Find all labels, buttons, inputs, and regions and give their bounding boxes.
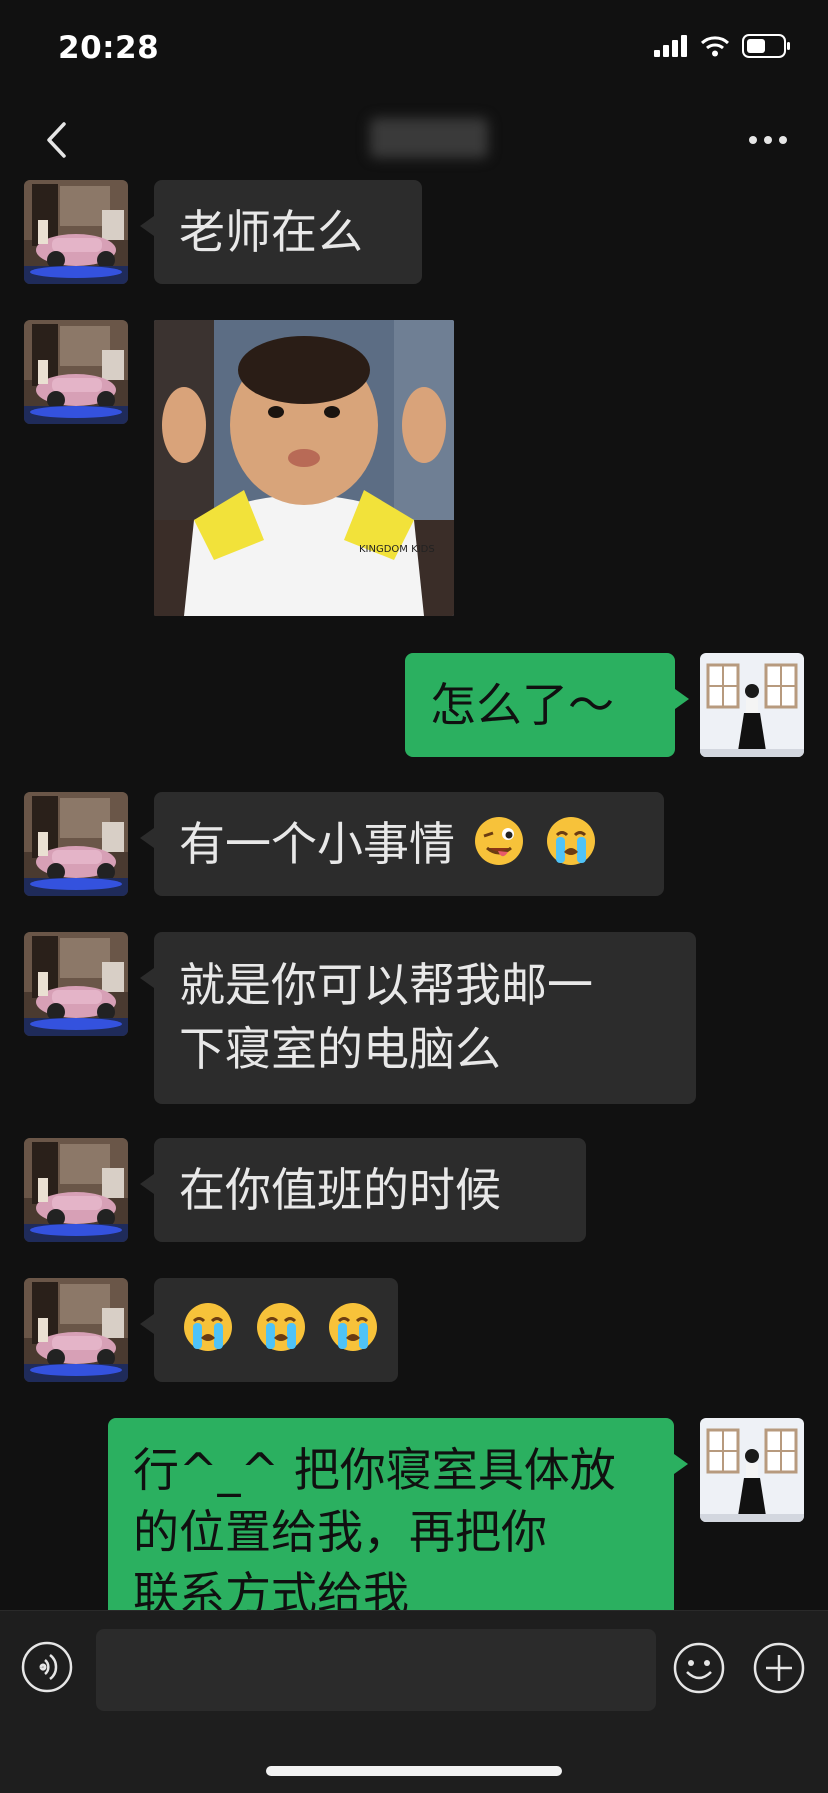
status-time: 20:28 (58, 30, 160, 66)
message-bubble[interactable]: 有一个小事情 (140, 792, 664, 896)
battery-icon (742, 34, 790, 58)
message-text: 有一个小事情 (179, 817, 455, 871)
contact-avatar[interactable] (24, 792, 128, 896)
wifi-icon (700, 36, 730, 57)
contact-avatar[interactable] (24, 180, 128, 284)
status-icons (654, 34, 792, 58)
crying-emoji-icon (181, 1300, 235, 1354)
message-bubble[interactable] (140, 1278, 398, 1382)
sticker-image[interactable]: KINGDOM KIDS (154, 320, 454, 616)
contact-avatar[interactable] (24, 320, 128, 424)
crying-emoji-icon (254, 1300, 308, 1354)
contact-avatar[interactable] (24, 1138, 128, 1242)
message-text: 老师在么 (179, 205, 363, 259)
chevron-left-icon (47, 122, 66, 158)
message-bubble[interactable]: 怎么了～ (405, 653, 689, 757)
more-button[interactable] (732, 112, 804, 168)
voice-button[interactable] (21, 1641, 73, 1693)
voice-icon (21, 1641, 73, 1693)
my-avatar[interactable] (700, 653, 804, 757)
message-text-line: 下寝室的电脑么 (179, 1022, 501, 1076)
back-button[interactable] (28, 112, 84, 168)
status-bar: 20:28 (0, 0, 828, 100)
crying-emoji-icon (326, 1300, 380, 1354)
plus-circle-icon (753, 1642, 805, 1694)
signal-icon (654, 35, 687, 57)
message-text-line: 的位置给我，再把你 (133, 1505, 547, 1559)
chat-title-redacted (370, 118, 488, 158)
message-text: 怎么了～ (430, 678, 614, 732)
message-bubble[interactable]: 就是你可以帮我邮一 下寝室的电脑么 (140, 932, 696, 1104)
emoji-button[interactable] (672, 1641, 726, 1695)
message-text-line: 就是你可以帮我邮一 (179, 958, 593, 1012)
more-dots-icon (749, 136, 787, 144)
message-bubble[interactable]: 老师在么 (140, 180, 422, 284)
chat-nav-bar (0, 100, 828, 188)
emoji-face-icon (673, 1642, 725, 1694)
home-indicator[interactable] (266, 1766, 562, 1776)
contact-avatar[interactable] (24, 1278, 128, 1382)
message-text-line: 行^_^ 把你寝室具体放 (133, 1443, 616, 1497)
contact-avatar[interactable] (24, 932, 128, 1036)
winking-tongue-emoji-icon (472, 814, 526, 868)
my-avatar[interactable] (700, 1418, 804, 1522)
sticker-shirt-text: KINGDOM KIDS (359, 544, 435, 555)
message-text: 在你值班的时候 (179, 1163, 501, 1217)
more-functions-button[interactable] (752, 1641, 806, 1695)
message-input[interactable] (96, 1629, 656, 1711)
crying-emoji-icon (544, 814, 598, 868)
message-bubble[interactable]: 在你值班的时候 (140, 1138, 586, 1242)
